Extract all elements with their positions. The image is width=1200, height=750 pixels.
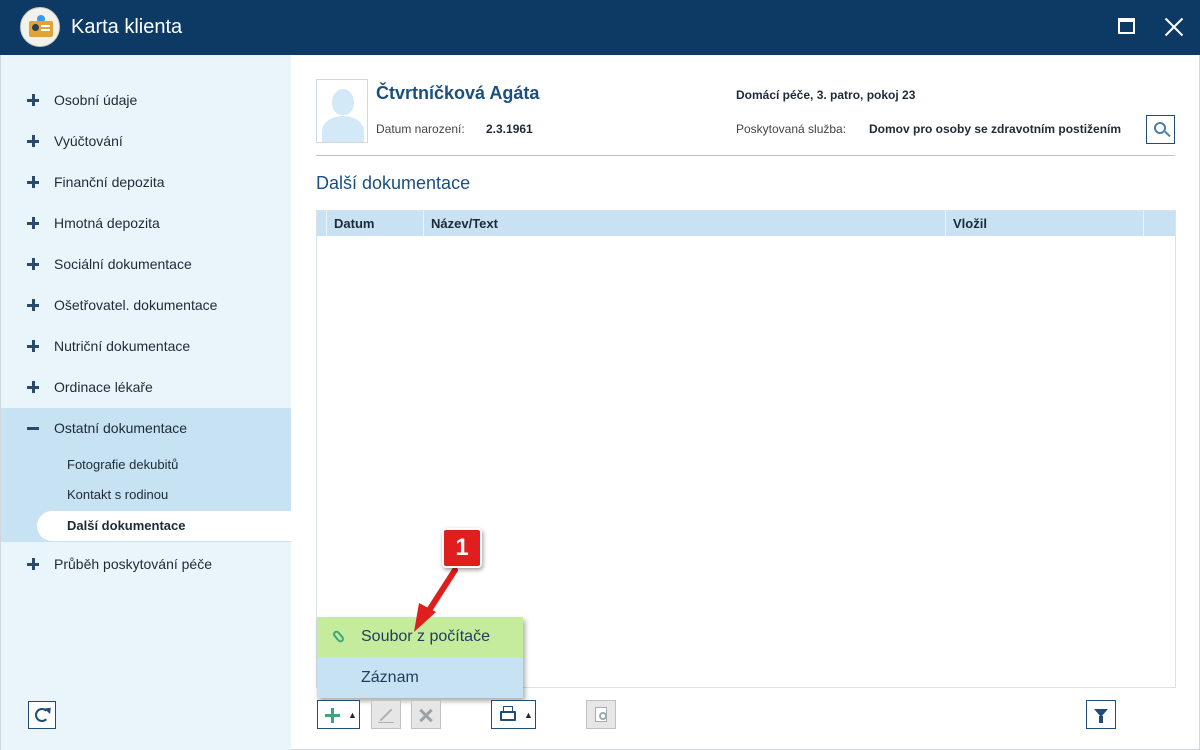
callout-arrow bbox=[414, 567, 458, 632]
callout-badge: 1 bbox=[442, 528, 482, 568]
